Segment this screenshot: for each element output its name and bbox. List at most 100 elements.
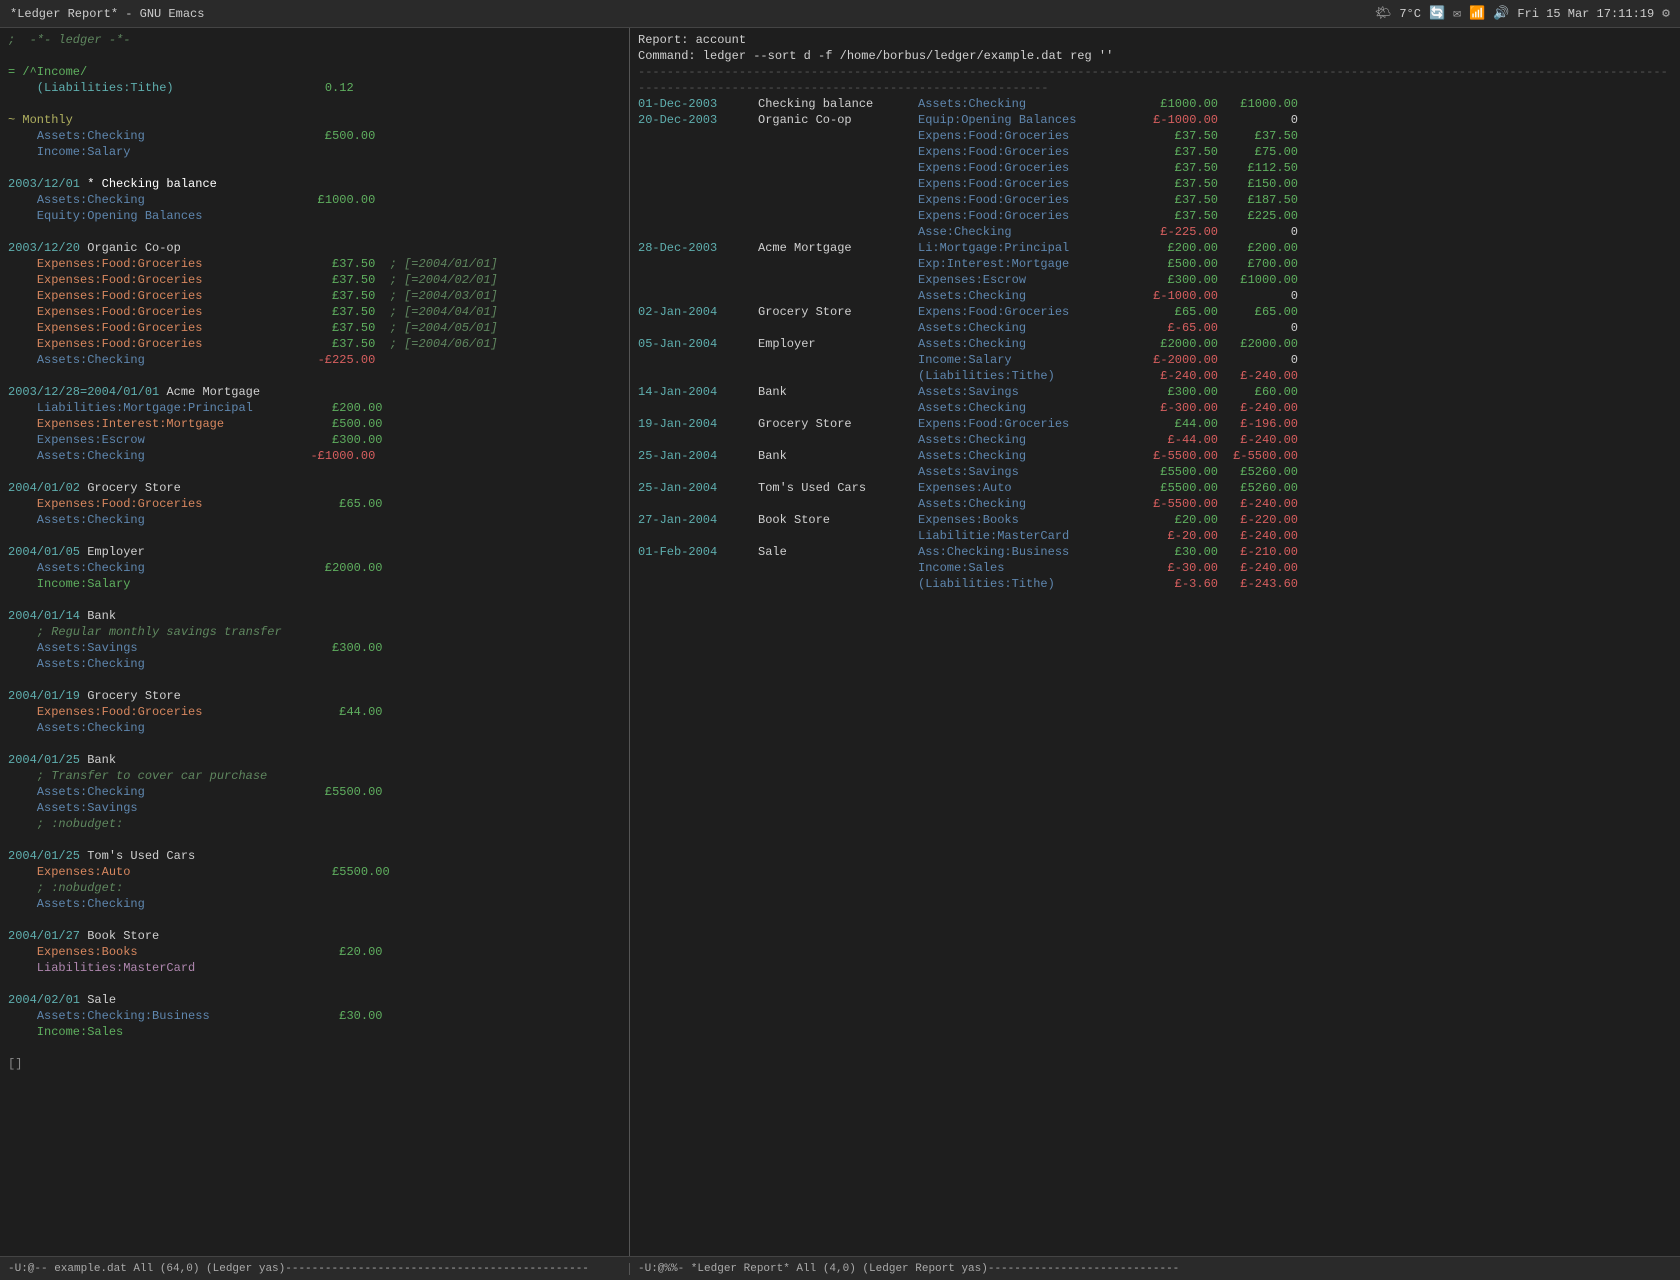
statusbar-left: -U:@-- example.dat All (64,0) (Ledger ya… — [0, 1263, 630, 1275]
statusbar: -U:@-- example.dat All (64,0) (Ledger ya… — [0, 1256, 1680, 1280]
report-row-27: 27-Jan-2004 Book Store Expenses:Books £2… — [638, 512, 1672, 528]
network-icon: 📶 — [1469, 6, 1485, 21]
line-assets-checking-1000: Assets:Checking £1000.00 — [8, 192, 621, 208]
datetime: Fri 15 Mar 17:11:19 — [1517, 7, 1654, 21]
weather-icon: 🌤 — [1375, 6, 1392, 21]
line-expenses-books: Expenses:Books £20.00 — [8, 944, 621, 960]
line-2004-01-19: 2004/01/19 Grocery Store — [8, 688, 621, 704]
report-row-12: Expenses:Escrow £300.00 £1000.00 — [638, 272, 1672, 288]
line-cursor: [] — [8, 1056, 621, 1072]
line-2004-01-14: 2004/01/14 Bank — [8, 608, 621, 624]
line-blank — [8, 48, 621, 64]
refresh-icon[interactable]: 🔄 — [1429, 6, 1445, 21]
report-row-15: Assets:Checking £-65.00 0 — [638, 320, 1672, 336]
line-2003-12-20: 2003/12/20 Organic Co-op — [8, 240, 621, 256]
report-row-1: 01-Dec-2003 Checking balance Assets:Chec… — [638, 96, 1672, 112]
line-assets-checking-bank: Assets:Checking — [8, 656, 621, 672]
line-blank2 — [8, 96, 621, 112]
line-2004-02-01: 2004/02/01 Sale — [8, 992, 621, 1008]
line-assets-checking-1000neg: Assets:Checking -£1000.00 — [8, 448, 621, 464]
line-assets-savings: Assets:Savings — [8, 800, 621, 816]
line-blank11 — [8, 832, 621, 848]
line-monthly: ~ Monthly — [8, 112, 621, 128]
report-row-25: 25-Jan-2004 Tom's Used Cars Expenses:Aut… — [638, 480, 1672, 496]
line-groceries-44: Expenses:Food:Groceries £44.00 — [8, 704, 621, 720]
line-ledger-comment: ; -*- ledger -*- — [8, 32, 621, 48]
line-2004-01-25-bank: 2004/01/25 Bank — [8, 752, 621, 768]
report-divider: ----------------------------------------… — [638, 64, 1672, 96]
mail-icon[interactable]: ✉ — [1453, 6, 1461, 21]
report-row-30: Income:Sales £-30.00 £-240.00 — [638, 560, 1672, 576]
report-row-6: Expens:Food:Groceries £37.50 £150.00 — [638, 176, 1672, 192]
line-income-salary: Income:Salary — [8, 576, 621, 592]
line-2004-01-25-cars: 2004/01/25 Tom's Used Cars — [8, 848, 621, 864]
line-expenses-auto: Expenses:Auto £5500.00 — [8, 864, 621, 880]
report-row-5: Expens:Food:Groceries £37.50 £112.50 — [638, 160, 1672, 176]
line-assets-checking-225: Assets:Checking -£225.00 — [8, 352, 621, 368]
report-row-9: Asse:Checking £-225.00 0 — [638, 224, 1672, 240]
line-equity-opening: Equity:Opening Balances — [8, 208, 621, 224]
report-row-3: Expens:Food:Groceries £37.50 £37.50 — [638, 128, 1672, 144]
right-pane[interactable]: Report: account Command: ledger --sort d… — [630, 28, 1680, 1256]
report-row-23: 25-Jan-2004 Bank Assets:Checking £-5500.… — [638, 448, 1672, 464]
line-assets-savings-300: Assets:Savings £300.00 — [8, 640, 621, 656]
report-row-2: 20-Dec-2003 Organic Co-op Equip:Opening … — [638, 112, 1672, 128]
report-row-29: 01-Feb-2004 Sale Ass:Checking:Business £… — [638, 544, 1672, 560]
line-nobudget-2: ; :nobudget: — [8, 880, 621, 896]
report-row-13: Assets:Checking £-1000.00 0 — [638, 288, 1672, 304]
line-2004-01-27: 2004/01/27 Book Store — [8, 928, 621, 944]
line-liabilities-tithe: (Liabilities:Tithe) 0.12 — [8, 80, 621, 96]
report-row-19: 14-Jan-2004 Bank Assets:Savings £300.00 … — [638, 384, 1672, 400]
temperature: 7°C — [1399, 7, 1421, 21]
report-row-31: (Liabilities:Tithe) £-3.60 £-243.60 — [638, 576, 1672, 592]
line-blank3 — [8, 160, 621, 176]
line-car-comment: ; Transfer to cover car purchase — [8, 768, 621, 784]
report-header-label: Report: account — [638, 32, 1672, 48]
volume-icon[interactable]: 🔊 — [1493, 6, 1509, 21]
report-row-17: Income:Salary £-2000.00 0 — [638, 352, 1672, 368]
line-groceries-3: Expenses:Food:Groceries £37.50 ; [=2004/… — [8, 288, 621, 304]
line-2004-01-02: 2004/01/02 Grocery Store — [8, 480, 621, 496]
line-assets-checking-gs: Assets:Checking — [8, 512, 621, 528]
line-assets-checking-monthly: Assets:Checking £500.00 — [8, 128, 621, 144]
report-header-command: Command: ledger --sort d -f /home/borbus… — [638, 48, 1672, 64]
report-row-11: Exp:Interest:Mortgage £500.00 £700.00 — [638, 256, 1672, 272]
line-2003-12-28: 2003/12/28=2004/01/01 Acme Mortgage — [8, 384, 621, 400]
line-assets-checking-5500: Assets:Checking £5500.00 — [8, 784, 621, 800]
line-savings-comment: ; Regular monthly savings transfer — [8, 624, 621, 640]
settings-icon[interactable]: ⚙ — [1662, 6, 1670, 21]
statusbar-right: -U:@%%- *Ledger Report* All (4,0) (Ledge… — [630, 1263, 1680, 1275]
report-row-16: 05-Jan-2004 Employer Assets:Checking £20… — [638, 336, 1672, 352]
line-interest-mortgage: Expenses:Interest:Mortgage £500.00 — [8, 416, 621, 432]
line-blank7 — [8, 528, 621, 544]
line-groceries-1: Expenses:Food:Groceries £37.50 ; [=2004/… — [8, 256, 621, 272]
report-row-8: Expens:Food:Groceries £37.50 £225.00 — [638, 208, 1672, 224]
line-blank4 — [8, 224, 621, 240]
line-groceries-65: Expenses:Food:Groceries £65.00 — [8, 496, 621, 512]
titlebar-right: 🌤 7°C 🔄 ✉ 📶 🔊 Fri 15 Mar 17:11:19 ⚙ — [1375, 6, 1670, 21]
line-blank9 — [8, 672, 621, 688]
line-2004-01-05: 2004/01/05 Employer — [8, 544, 621, 560]
line-groceries-2: Expenses:Food:Groceries £37.50 ; [=2004/… — [8, 272, 621, 288]
line-mortgage-principal: Liabilities:Mortgage:Principal £200.00 — [8, 400, 621, 416]
report-row-18: (Liabilities:Tithe) £-240.00 £-240.00 — [638, 368, 1672, 384]
report-row-10: 28-Dec-2003 Acme Mortgage Li:Mortgage:Pr… — [638, 240, 1672, 256]
line-groceries-5: Expenses:Food:Groceries £37.50 ; [=2004/… — [8, 320, 621, 336]
line-blank14 — [8, 1040, 621, 1056]
line-blank6 — [8, 464, 621, 480]
left-pane[interactable]: ; -*- ledger -*- = /^Income/ (Liabilitie… — [0, 28, 630, 1256]
report-row-24: Assets:Savings £5500.00 £5260.00 — [638, 464, 1672, 480]
line-assets-checking-2000: Assets:Checking £2000.00 — [8, 560, 621, 576]
line-groceries-4: Expenses:Food:Groceries £37.50 ; [=2004/… — [8, 304, 621, 320]
report-row-20: Assets:Checking £-300.00 £-240.00 — [638, 400, 1672, 416]
line-assets-checking-gs2: Assets:Checking — [8, 720, 621, 736]
report-row-7: Expens:Food:Groceries £37.50 £187.50 — [638, 192, 1672, 208]
report-row-28: Liabilitie:MasterCard £-20.00 £-240.00 — [638, 528, 1672, 544]
main-area: ; -*- ledger -*- = /^Income/ (Liabilitie… — [0, 28, 1680, 1256]
report-row-21: 19-Jan-2004 Grocery Store Expens:Food:Gr… — [638, 416, 1672, 432]
line-escrow: Expenses:Escrow £300.00 — [8, 432, 621, 448]
line-income-filter: = /^Income/ — [8, 64, 621, 80]
line-liabilities-mastercard: Liabilities:MasterCard — [8, 960, 621, 976]
titlebar: *Ledger Report* - GNU Emacs 🌤 7°C 🔄 ✉ 📶 … — [0, 0, 1680, 28]
titlebar-title: *Ledger Report* - GNU Emacs — [10, 7, 204, 21]
